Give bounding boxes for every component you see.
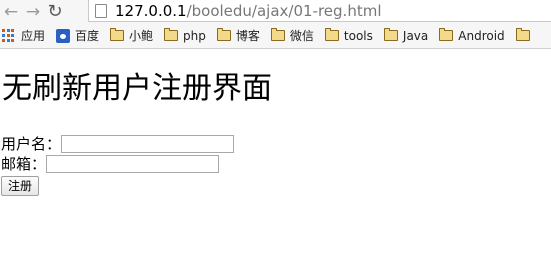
paw-icon <box>56 28 71 43</box>
email-input[interactable] <box>46 154 220 173</box>
email-row: 邮箱： <box>1 153 220 174</box>
bookmark-folder[interactable]: tools <box>324 28 373 43</box>
username-input[interactable] <box>61 134 235 153</box>
folder-icon <box>515 28 530 41</box>
page-content: 无刷新用户注册界面 用户名： 邮箱： 注册 <box>0 49 551 280</box>
bookmark-label: 小鲍 <box>129 29 154 43</box>
folder-icon <box>439 28 454 41</box>
bookmark-label: php <box>183 28 206 43</box>
folder-icon <box>270 28 285 41</box>
bookmark-label: Android <box>458 28 505 43</box>
folder-icon <box>164 28 179 41</box>
folder-icon <box>324 28 339 41</box>
bookmarks-bar: 应用 百度 小鲍 php 博客 微信 tools Java Android <box>0 23 551 49</box>
email-label: 邮箱： <box>1 155 47 173</box>
url-host: 127.0.0.1 <box>115 1 187 20</box>
bookmark-label: 微信 <box>289 29 314 43</box>
bookmark-folder[interactable]: Java <box>383 28 429 43</box>
reload-icon[interactable]: ↻ <box>44 1 66 23</box>
browser-toolbar: ← → ↻ 127.0.0.1/booledu/ajax/01-reg.html <box>0 0 551 23</box>
username-label: 用户名： <box>1 135 62 153</box>
bookmark-label: tools <box>343 28 373 43</box>
username-row: 用户名： <box>1 133 235 154</box>
url-path: /booledu/ajax/01-reg.html <box>186 1 382 20</box>
bookmark-apps[interactable]: 应用 <box>2 27 45 44</box>
bookmark-folder[interactable]: Android <box>439 28 505 43</box>
bookmark-folder[interactable]: php <box>164 28 206 43</box>
bookmark-folder[interactable] <box>515 28 535 41</box>
apps-icon <box>2 28 16 43</box>
bookmark-baidu[interactable]: 百度 <box>56 27 99 44</box>
register-button[interactable]: 注册 <box>1 176 40 196</box>
folder-icon <box>383 28 398 41</box>
bookmark-folder[interactable]: 微信 <box>270 27 314 44</box>
folder-icon <box>216 28 231 41</box>
bookmark-folder[interactable]: 小鲍 <box>110 27 153 44</box>
bookmark-label: 博客 <box>235 29 260 43</box>
bookmark-label: 应用 <box>21 29 46 43</box>
page-title: 无刷新用户注册界面 <box>2 71 272 106</box>
bookmark-label: Java <box>402 28 429 43</box>
address-bar[interactable]: 127.0.0.1/booledu/ajax/01-reg.html <box>88 0 551 22</box>
page-icon <box>95 3 107 18</box>
bookmark-folder[interactable]: 博客 <box>216 27 260 44</box>
forward-arrow-icon[interactable]: → <box>22 1 44 23</box>
bookmark-label: 百度 <box>75 29 100 43</box>
folder-icon <box>110 28 125 41</box>
back-arrow-icon[interactable]: ← <box>0 1 22 23</box>
